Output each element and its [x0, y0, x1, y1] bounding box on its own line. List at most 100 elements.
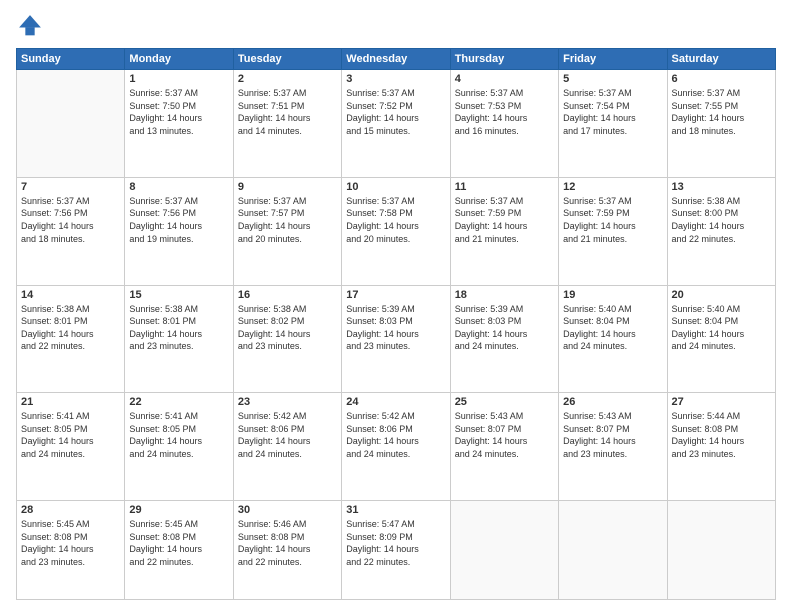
header [16, 12, 776, 40]
weekday-header-friday: Friday [559, 49, 667, 70]
day-number: 14 [21, 289, 120, 301]
calendar-cell: 26 Sunrise: 5:43 AM Sunset: 8:07 PM Dayli… [559, 393, 667, 501]
weekday-header-wednesday: Wednesday [342, 49, 450, 70]
day-number: 8 [129, 181, 228, 193]
calendar-cell: 24 Sunrise: 5:42 AM Sunset: 8:06 PM Dayli… [342, 393, 450, 501]
calendar-cell: 9 Sunrise: 5:37 AM Sunset: 7:57 PM Daylig… [233, 177, 341, 285]
day-info: Sunrise: 5:37 AM Sunset: 7:54 PM Dayligh… [563, 87, 662, 137]
day-number: 20 [672, 289, 771, 301]
calendar-cell: 12Sunrise: 5:37 AM Sunset: 7:59 PM Dayli… [559, 177, 667, 285]
calendar-week-3: 14 Sunrise: 5:38 AM Sunset: 8:01 PM Dayli… [17, 285, 776, 393]
day-info: Sunrise: 5:45 AM Sunset: 8:08 PM Dayligh… [21, 518, 120, 568]
day-number: 3 [346, 73, 445, 85]
calendar-week-5: 28 Sunrise: 5:45 AM Sunset: 8:08 PM Dayli… [17, 501, 776, 600]
day-info: Sunrise: 5:45 AM Sunset: 8:08 PM Dayligh… [129, 518, 228, 568]
day-number: 26 [563, 396, 662, 408]
day-info: Sunrise: 5:38 AM Sunset: 8:01 PM Dayligh… [129, 303, 228, 353]
day-number: 24 [346, 396, 445, 408]
calendar-header-row: SundayMondayTuesdayWednesdayThursdayFrid… [17, 49, 776, 70]
day-number: 30 [238, 504, 337, 516]
calendar-cell [667, 501, 775, 600]
calendar-cell: 19 Sunrise: 5:40 AM Sunset: 8:04 PM Dayli… [559, 285, 667, 393]
calendar-week-4: 21 Sunrise: 5:41 AM Sunset: 8:05 PM Dayli… [17, 393, 776, 501]
calendar-cell: 6 Sunrise: 5:37 AM Sunset: 7:55 PM Daylig… [667, 70, 775, 178]
calendar-cell: 7 Sunrise: 5:37 AM Sunset: 7:56 PM Daylig… [17, 177, 125, 285]
calendar-cell: 1 Sunrise: 5:37 AM Sunset: 7:50 PM Daylig… [125, 70, 233, 178]
day-info: Sunrise: 5:38 AM Sunset: 8:01 PM Dayligh… [21, 303, 120, 353]
day-info: Sunrise: 5:37 AM Sunset: 7:56 PM Dayligh… [129, 195, 228, 245]
calendar-cell [559, 501, 667, 600]
calendar-cell: 23Sunrise: 5:42 AM Sunset: 8:06 PM Dayli… [233, 393, 341, 501]
calendar-cell: 3 Sunrise: 5:37 AM Sunset: 7:52 PM Daylig… [342, 70, 450, 178]
day-info: Sunrise: 5:37 AM Sunset: 7:56 PM Dayligh… [21, 195, 120, 245]
calendar-cell: 16 Sunrise: 5:38 AM Sunset: 8:02 PM Dayli… [233, 285, 341, 393]
calendar-cell: 8 Sunrise: 5:37 AM Sunset: 7:56 PM Daylig… [125, 177, 233, 285]
day-number: 9 [238, 181, 337, 193]
day-info: Sunrise: 5:37 AM Sunset: 7:57 PM Dayligh… [238, 195, 337, 245]
day-info: Sunrise: 5:37 AM Sunset: 7:59 PM Dayligh… [455, 195, 554, 245]
day-info: Sunrise: 5:38 AM Sunset: 8:02 PM Dayligh… [238, 303, 337, 353]
weekday-header-saturday: Saturday [667, 49, 775, 70]
calendar-cell: 27 Sunrise: 5:44 AM Sunset: 8:08 PM Dayli… [667, 393, 775, 501]
day-number: 16 [238, 289, 337, 301]
calendar-cell: 18Sunrise: 5:39 AM Sunset: 8:03 PM Dayli… [450, 285, 558, 393]
day-info: Sunrise: 5:37 AM Sunset: 7:52 PM Dayligh… [346, 87, 445, 137]
day-info: Sunrise: 5:37 AM Sunset: 7:50 PM Dayligh… [129, 87, 228, 137]
logo-icon [16, 12, 44, 40]
calendar-cell: 29Sunrise: 5:45 AM Sunset: 8:08 PM Dayli… [125, 501, 233, 600]
weekday-header-thursday: Thursday [450, 49, 558, 70]
day-number: 31 [346, 504, 445, 516]
day-info: Sunrise: 5:39 AM Sunset: 8:03 PM Dayligh… [346, 303, 445, 353]
day-number: 27 [672, 396, 771, 408]
day-number: 17 [346, 289, 445, 301]
day-number: 6 [672, 73, 771, 85]
day-info: Sunrise: 5:37 AM Sunset: 7:51 PM Dayligh… [238, 87, 337, 137]
day-number: 12 [563, 181, 662, 193]
calendar-cell: 21 Sunrise: 5:41 AM Sunset: 8:05 PM Dayli… [17, 393, 125, 501]
day-info: Sunrise: 5:39 AM Sunset: 8:03 PM Dayligh… [455, 303, 554, 353]
weekday-header-sunday: Sunday [17, 49, 125, 70]
calendar-cell: 10Sunrise: 5:37 AM Sunset: 7:58 PM Dayli… [342, 177, 450, 285]
calendar-cell: 28 Sunrise: 5:45 AM Sunset: 8:08 PM Dayli… [17, 501, 125, 600]
logo [16, 12, 48, 40]
day-info: Sunrise: 5:41 AM Sunset: 8:05 PM Dayligh… [21, 410, 120, 460]
day-info: Sunrise: 5:37 AM Sunset: 7:55 PM Dayligh… [672, 87, 771, 137]
day-info: Sunrise: 5:44 AM Sunset: 8:08 PM Dayligh… [672, 410, 771, 460]
calendar-cell [450, 501, 558, 600]
day-info: Sunrise: 5:40 AM Sunset: 8:04 PM Dayligh… [563, 303, 662, 353]
day-number: 7 [21, 181, 120, 193]
calendar-cell [17, 70, 125, 178]
day-number: 21 [21, 396, 120, 408]
calendar-cell: 2 Sunrise: 5:37 AM Sunset: 7:51 PM Daylig… [233, 70, 341, 178]
calendar-cell: 22Sunrise: 5:41 AM Sunset: 8:05 PM Dayli… [125, 393, 233, 501]
day-number: 25 [455, 396, 554, 408]
calendar-cell: 4 Sunrise: 5:37 AM Sunset: 7:53 PM Daylig… [450, 70, 558, 178]
day-number: 11 [455, 181, 554, 193]
calendar-table: SundayMondayTuesdayWednesdayThursdayFrid… [16, 48, 776, 600]
calendar-cell: 15Sunrise: 5:38 AM Sunset: 8:01 PM Dayli… [125, 285, 233, 393]
day-number: 5 [563, 73, 662, 85]
calendar-cell: 5 Sunrise: 5:37 AM Sunset: 7:54 PM Daylig… [559, 70, 667, 178]
day-number: 19 [563, 289, 662, 301]
day-info: Sunrise: 5:41 AM Sunset: 8:05 PM Dayligh… [129, 410, 228, 460]
day-number: 2 [238, 73, 337, 85]
calendar-cell: 13 Sunrise: 5:38 AM Sunset: 8:00 PM Dayli… [667, 177, 775, 285]
day-number: 1 [129, 73, 228, 85]
calendar-cell: 17 Sunrise: 5:39 AM Sunset: 8:03 PM Dayli… [342, 285, 450, 393]
calendar-week-2: 7 Sunrise: 5:37 AM Sunset: 7:56 PM Daylig… [17, 177, 776, 285]
day-number: 4 [455, 73, 554, 85]
day-number: 13 [672, 181, 771, 193]
calendar-cell: 31 Sunrise: 5:47 AM Sunset: 8:09 PM Dayli… [342, 501, 450, 600]
day-info: Sunrise: 5:40 AM Sunset: 8:04 PM Dayligh… [672, 303, 771, 353]
day-info: Sunrise: 5:46 AM Sunset: 8:08 PM Dayligh… [238, 518, 337, 568]
calendar-cell: 14 Sunrise: 5:38 AM Sunset: 8:01 PM Dayli… [17, 285, 125, 393]
weekday-header-monday: Monday [125, 49, 233, 70]
day-info: Sunrise: 5:43 AM Sunset: 8:07 PM Dayligh… [563, 410, 662, 460]
day-number: 28 [21, 504, 120, 516]
day-info: Sunrise: 5:38 AM Sunset: 8:00 PM Dayligh… [672, 195, 771, 245]
day-info: Sunrise: 5:47 AM Sunset: 8:09 PM Dayligh… [346, 518, 445, 568]
page: SundayMondayTuesdayWednesdayThursdayFrid… [0, 0, 792, 612]
day-info: Sunrise: 5:42 AM Sunset: 8:06 PM Dayligh… [238, 410, 337, 460]
day-info: Sunrise: 5:42 AM Sunset: 8:06 PM Dayligh… [346, 410, 445, 460]
day-info: Sunrise: 5:37 AM Sunset: 7:53 PM Dayligh… [455, 87, 554, 137]
